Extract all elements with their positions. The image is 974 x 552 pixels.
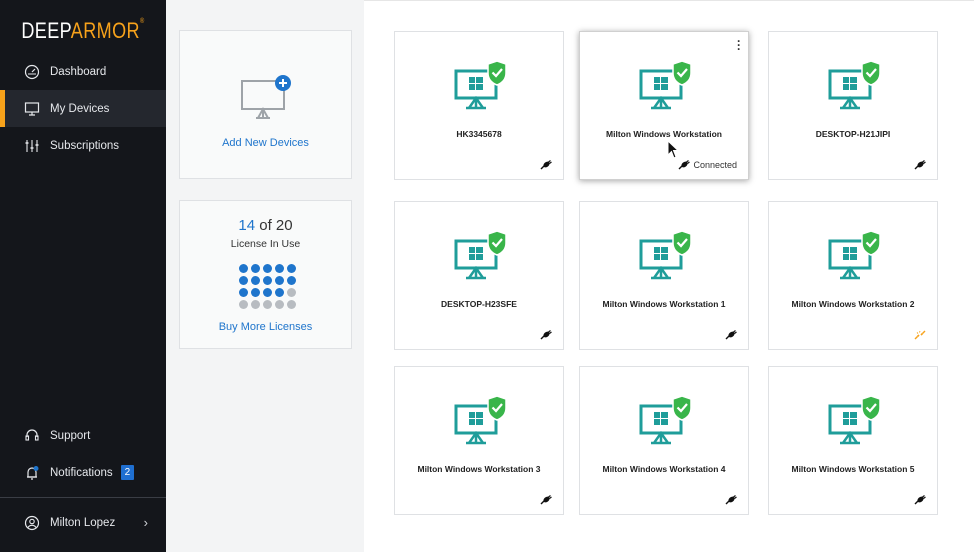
logo-part1: DEEP bbox=[21, 18, 71, 43]
license-dot-used bbox=[239, 288, 248, 297]
disconnected-plug-icon bbox=[914, 495, 926, 505]
plug-icon bbox=[678, 160, 690, 170]
license-dot-free bbox=[287, 288, 296, 297]
buy-more-licenses-link[interactable]: Buy More Licenses bbox=[180, 321, 351, 333]
device-name: Milton Windows Workstation 5 bbox=[791, 464, 915, 474]
add-monitor-icon bbox=[241, 75, 291, 119]
device-name: DESKTOP-H21JIPI bbox=[815, 129, 891, 139]
license-dot-used bbox=[263, 264, 272, 273]
windows-monitor-shield-icon bbox=[639, 394, 695, 446]
more-options-icon[interactable]: · · · bbox=[737, 35, 741, 55]
device-card[interactable]: Milton Windows Workstation 5 bbox=[768, 366, 938, 515]
windows-monitor-shield-icon bbox=[454, 394, 510, 446]
license-dot-free bbox=[239, 300, 248, 309]
device-card[interactable]: DESKTOP-H21JIPI bbox=[768, 31, 938, 180]
license-dot-used bbox=[287, 264, 296, 273]
windows-monitor-shield-icon bbox=[828, 229, 884, 281]
windows-monitor-shield-icon bbox=[828, 394, 884, 446]
logo-part2: ARMOR bbox=[70, 18, 140, 43]
monitor-icon bbox=[23, 100, 41, 118]
sidebar-item-my-devices[interactable]: My Devices bbox=[0, 90, 166, 127]
disconnected-plug-icon bbox=[540, 160, 552, 170]
windows-monitor-shield-icon bbox=[454, 229, 510, 281]
notifications-count-badge: 2 bbox=[120, 465, 135, 480]
license-total: of 20 bbox=[255, 217, 293, 234]
device-name: HK3345678 bbox=[456, 129, 502, 139]
license-caption: License In Use bbox=[230, 238, 301, 250]
device-name: Milton Windows Workstation 4 bbox=[602, 464, 726, 474]
license-dot-used bbox=[263, 276, 272, 285]
device-name: DESKTOP-H23SFE bbox=[441, 299, 517, 309]
sidebar-item-dashboard[interactable]: Dashboard bbox=[0, 53, 166, 90]
license-dot-used bbox=[275, 276, 284, 285]
user-menu[interactable]: Milton Lopez › bbox=[0, 505, 166, 541]
sidebar: DEEPARMOR® Dashboard My Devices Subscrip… bbox=[0, 0, 166, 552]
sidebar-item-label: Subscriptions bbox=[50, 139, 120, 152]
sidebar-item-label: Support bbox=[50, 429, 91, 442]
device-card[interactable]: Milton Windows Workstation 4 bbox=[579, 366, 749, 515]
sidebar-item-support[interactable]: Support bbox=[0, 417, 166, 454]
device-card[interactable]: Milton Windows Workstation 2 bbox=[768, 201, 938, 350]
license-dot-used bbox=[251, 276, 260, 285]
mouse-cursor-icon bbox=[667, 140, 680, 159]
deeparmor-logo[interactable]: DEEPARMOR® bbox=[15, 18, 151, 44]
headset-icon bbox=[23, 427, 41, 445]
dashboard-gauge-icon bbox=[23, 63, 41, 81]
sidebar-item-notifications[interactable]: Notifications 2 bbox=[0, 454, 166, 491]
user-name: Milton Lopez bbox=[50, 517, 116, 529]
connection-status-label: Connected bbox=[693, 160, 737, 170]
add-devices-card[interactable]: Add New Devices bbox=[179, 30, 352, 179]
license-card: 14 of 20 License In Use Buy More License… bbox=[179, 200, 352, 349]
chevron-right-icon: › bbox=[143, 515, 148, 530]
device-card[interactable]: · · · Milton Windows Workstation Connected bbox=[579, 31, 749, 180]
device-name: Milton Windows Workstation 1 bbox=[602, 299, 726, 309]
windows-monitor-shield-icon bbox=[639, 59, 695, 111]
device-card[interactable]: Milton Windows Workstation 1 bbox=[579, 201, 749, 350]
license-dot-used bbox=[251, 264, 260, 273]
license-dot-free bbox=[251, 300, 260, 309]
warning-plug-icon bbox=[914, 330, 926, 340]
license-dot-used bbox=[239, 264, 248, 273]
disconnected-plug-icon bbox=[725, 330, 737, 340]
user-icon bbox=[23, 514, 41, 532]
sidebar-item-subscriptions[interactable]: Subscriptions bbox=[0, 127, 166, 164]
license-count: 14 of 20 bbox=[180, 217, 351, 234]
license-dot-used bbox=[287, 276, 296, 285]
license-dot-free bbox=[287, 300, 296, 309]
license-dot-used bbox=[239, 276, 248, 285]
license-used: 14 bbox=[238, 217, 256, 234]
device-card[interactable]: Milton Windows Workstation 3 bbox=[394, 366, 564, 515]
sidebar-divider bbox=[0, 497, 166, 498]
sliders-icon bbox=[23, 137, 41, 155]
device-card[interactable]: DESKTOP-H23SFE bbox=[394, 201, 564, 350]
license-dot-used bbox=[275, 264, 284, 273]
disconnected-plug-icon bbox=[725, 495, 737, 505]
windows-monitor-shield-icon bbox=[639, 229, 695, 281]
license-dot-free bbox=[263, 300, 272, 309]
sidebar-item-label: Notifications bbox=[50, 466, 113, 479]
license-dot-used bbox=[251, 288, 260, 297]
bell-icon bbox=[23, 464, 41, 482]
connection-status: Connected bbox=[678, 160, 737, 170]
summary-panel: Add New Devices 14 of 20 License In Use … bbox=[166, 0, 364, 552]
sidebar-item-label: My Devices bbox=[50, 102, 110, 115]
device-card[interactable]: HK3345678 bbox=[394, 31, 564, 180]
license-dot-used bbox=[263, 288, 272, 297]
logo-mark: ® bbox=[139, 18, 145, 25]
windows-monitor-shield-icon bbox=[454, 59, 510, 111]
disconnected-plug-icon bbox=[914, 160, 926, 170]
license-dot-free bbox=[275, 300, 284, 309]
license-dot-used bbox=[275, 288, 284, 297]
device-name: Milton Windows Workstation 3 bbox=[417, 464, 541, 474]
sidebar-item-label: Dashboard bbox=[50, 65, 107, 78]
device-name: Milton Windows Workstation 2 bbox=[791, 299, 915, 309]
add-new-devices-link[interactable]: Add New Devices bbox=[180, 137, 351, 149]
license-dots-grid bbox=[239, 264, 297, 309]
disconnected-plug-icon bbox=[540, 330, 552, 340]
device-name: Milton Windows Workstation bbox=[606, 129, 722, 139]
disconnected-plug-icon bbox=[540, 495, 552, 505]
devices-grid: HK3345678 · · · Milton Windows Workstation… bbox=[364, 0, 974, 552]
windows-monitor-shield-icon bbox=[828, 59, 884, 111]
